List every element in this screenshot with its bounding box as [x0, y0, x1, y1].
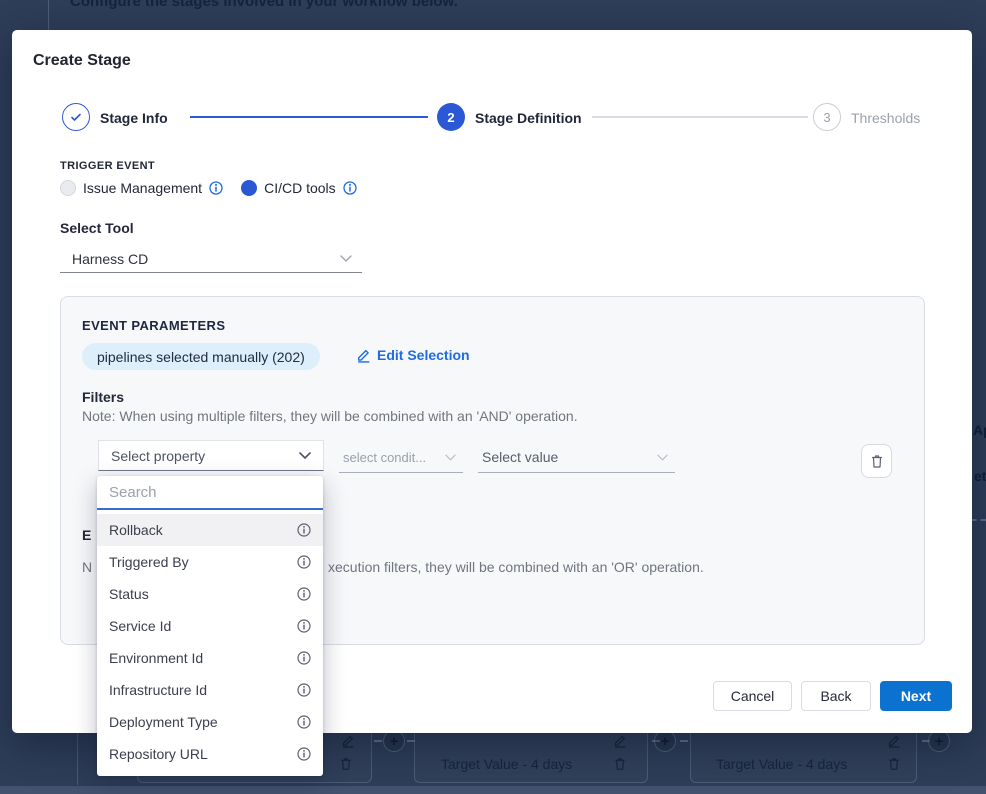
- edit-selection-link[interactable]: Edit Selection: [356, 347, 470, 363]
- property-option-list: Rollback Triggered By Status Service Id Envi…: [97, 510, 323, 770]
- radio-label[interactable]: Issue Management: [83, 180, 202, 196]
- select-tool-label: Select Tool: [60, 220, 134, 236]
- step-stage-info[interactable]: Stage Info: [100, 110, 168, 126]
- info-icon[interactable]: [297, 587, 311, 601]
- stepper-connector: [592, 116, 808, 118]
- info-icon[interactable]: [297, 619, 311, 633]
- background-bottom-bar: [0, 786, 986, 794]
- property-option-label: Infrastructure Id: [109, 682, 207, 698]
- condition-select-placeholder: select condit...: [343, 450, 426, 465]
- info-icon[interactable]: [297, 747, 311, 761]
- step-active-indicator: 2: [437, 103, 465, 131]
- edit-selection-label: Edit Selection: [377, 347, 470, 363]
- value-select[interactable]: Select value: [478, 442, 675, 473]
- property-dropdown: Rollback Triggered By Status Service Id Envi…: [97, 476, 323, 776]
- background-divider: [48, 0, 49, 30]
- trash-icon: [339, 756, 355, 772]
- trash-icon: [887, 756, 903, 772]
- property-option[interactable]: Status: [97, 578, 323, 610]
- edit-icon: [356, 348, 371, 363]
- step-stage-definition[interactable]: Stage Definition: [475, 110, 582, 126]
- background-fragment: et: [974, 468, 986, 484]
- radio-issue-management[interactable]: [60, 180, 76, 196]
- property-option[interactable]: Infrastructure Id: [97, 674, 323, 706]
- background-dashed-line: [971, 519, 986, 521]
- property-option-label: Status: [109, 586, 149, 602]
- target-value-label: Target Value - 4 days: [716, 756, 847, 772]
- property-option[interactable]: Service Id: [97, 610, 323, 642]
- search-input[interactable]: [109, 484, 311, 501]
- trash-icon: [613, 756, 629, 772]
- tool-select-value: Harness CD: [72, 251, 148, 267]
- next-button[interactable]: Next: [880, 681, 952, 711]
- step-thresholds[interactable]: Thresholds: [851, 110, 920, 126]
- property-option[interactable]: Deployment Type: [97, 706, 323, 738]
- filters-note: Note: When using multiple filters, they …: [82, 408, 578, 424]
- info-icon[interactable]: [209, 181, 223, 195]
- info-icon[interactable]: [297, 683, 311, 697]
- info-icon[interactable]: [343, 181, 357, 195]
- property-option-label: Triggered By: [109, 554, 189, 570]
- info-icon[interactable]: [297, 523, 311, 537]
- value-select-placeholder: Select value: [482, 449, 558, 465]
- modal-title: Create Stage: [33, 52, 131, 70]
- info-icon[interactable]: [297, 555, 311, 569]
- execution-filters-note-fragment: xecution filters, they will be combined …: [328, 559, 704, 575]
- add-stage-button: +: [383, 730, 405, 752]
- chevron-down-icon: [657, 454, 669, 461]
- step-complete-indicator: [62, 103, 90, 131]
- property-select[interactable]: Select property: [98, 440, 324, 471]
- step-number: 3: [823, 110, 830, 125]
- property-select-placeholder: Select property: [111, 448, 205, 464]
- add-stage-button: +: [928, 730, 950, 752]
- property-option[interactable]: Environment Id: [97, 642, 323, 674]
- info-icon[interactable]: [297, 651, 311, 665]
- property-option-label: Environment Id: [109, 650, 203, 666]
- event-parameters-title: EVENT PARAMETERS: [82, 318, 225, 333]
- edit-icon: [613, 734, 629, 750]
- create-stage-modal: Create Stage Stage Info 2 Stage Definiti…: [12, 30, 972, 733]
- property-option-label: Repository URL: [109, 746, 208, 762]
- background-fragment: Ap: [973, 422, 986, 438]
- selection-chip: pipelines selected manually (202): [82, 343, 320, 370]
- background-connector: [374, 740, 382, 742]
- step-upcoming-indicator: 3: [813, 103, 841, 131]
- cancel-button[interactable]: Cancel: [713, 681, 792, 711]
- chevron-down-icon: [445, 454, 457, 461]
- radio-label[interactable]: CI/CD tools: [264, 180, 336, 196]
- dropdown-search[interactable]: [97, 476, 323, 510]
- edit-icon: [887, 734, 903, 750]
- trash-icon: [870, 453, 884, 469]
- background-card-edge: [77, 733, 78, 785]
- execution-filters-heading-fragment: E: [82, 527, 91, 543]
- info-icon[interactable]: [297, 715, 311, 729]
- add-stage-button: +: [654, 730, 676, 752]
- background-connector: [680, 740, 688, 742]
- step-number: 2: [447, 110, 454, 125]
- delete-filter-button[interactable]: [861, 444, 892, 478]
- check-icon: [69, 110, 83, 124]
- chevron-down-icon: [299, 452, 311, 459]
- edit-icon: [341, 734, 357, 750]
- condition-select[interactable]: select condit...: [339, 442, 463, 473]
- property-option-label: Service Id: [109, 618, 171, 634]
- property-option[interactable]: Repository URL: [97, 738, 323, 770]
- target-value-label: Target Value - 4 days: [441, 756, 572, 772]
- filters-title: Filters: [82, 389, 124, 405]
- property-option[interactable]: Rollback: [97, 514, 323, 546]
- tool-select[interactable]: Harness CD: [60, 245, 362, 273]
- property-option-label: Rollback: [109, 522, 163, 538]
- chevron-down-icon: [340, 255, 352, 262]
- property-option-label: Deployment Type: [109, 714, 218, 730]
- trigger-event-label: TRIGGER EVENT: [60, 160, 155, 172]
- back-button[interactable]: Back: [801, 681, 871, 711]
- property-option[interactable]: Triggered By: [97, 546, 323, 578]
- background-page-heading: Configure the stages involved in your wo…: [70, 0, 458, 10]
- stepper-connector: [190, 116, 428, 118]
- radio-cicd-tools[interactable]: [241, 180, 257, 196]
- execution-filters-note-fragment: N: [82, 559, 92, 575]
